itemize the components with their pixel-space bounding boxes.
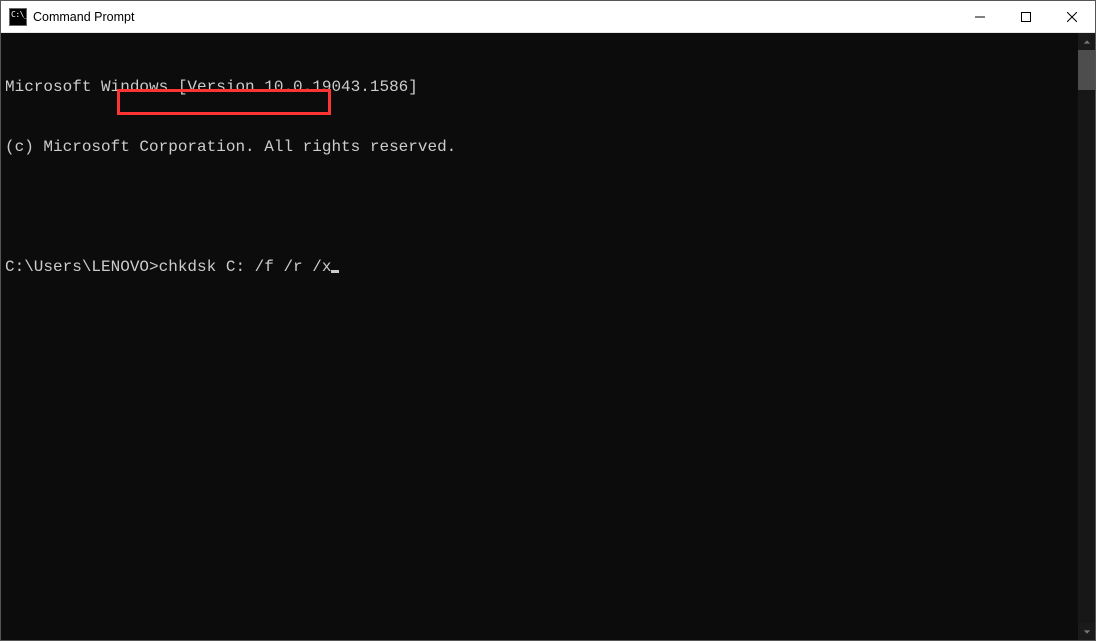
terminal[interactable]: Microsoft Windows [Version 10.0.19043.15… bbox=[1, 33, 1078, 640]
titlebar[interactable]: Command Prompt bbox=[1, 1, 1095, 33]
scroll-thumb[interactable] bbox=[1078, 50, 1095, 90]
minimize-button[interactable] bbox=[957, 1, 1003, 32]
window-title: Command Prompt bbox=[33, 10, 134, 24]
version-line: Microsoft Windows [Version 10.0.19043.15… bbox=[5, 77, 1078, 97]
prompt-path: C:\Users\LENOVO> bbox=[5, 258, 159, 276]
window-controls bbox=[957, 1, 1095, 32]
text-cursor bbox=[331, 270, 339, 273]
command-prompt-window: Command Prompt Microsoft Windows [Versio… bbox=[0, 0, 1096, 641]
copyright-line: (c) Microsoft Corporation. All rights re… bbox=[5, 137, 1078, 157]
client-area: Microsoft Windows [Version 10.0.19043.15… bbox=[1, 33, 1095, 640]
scroll-down-button[interactable] bbox=[1078, 623, 1095, 640]
vertical-scrollbar[interactable] bbox=[1078, 33, 1095, 640]
blank-line bbox=[5, 197, 1078, 217]
typed-command: chkdsk C: /f /r /x bbox=[159, 258, 332, 276]
cmd-icon bbox=[9, 8, 27, 26]
maximize-button[interactable] bbox=[1003, 1, 1049, 32]
scroll-up-button[interactable] bbox=[1078, 33, 1095, 50]
prompt-line: C:\Users\LENOVO>chkdsk C: /f /r /x bbox=[5, 257, 1078, 277]
scroll-track[interactable] bbox=[1078, 50, 1095, 623]
close-button[interactable] bbox=[1049, 1, 1095, 32]
